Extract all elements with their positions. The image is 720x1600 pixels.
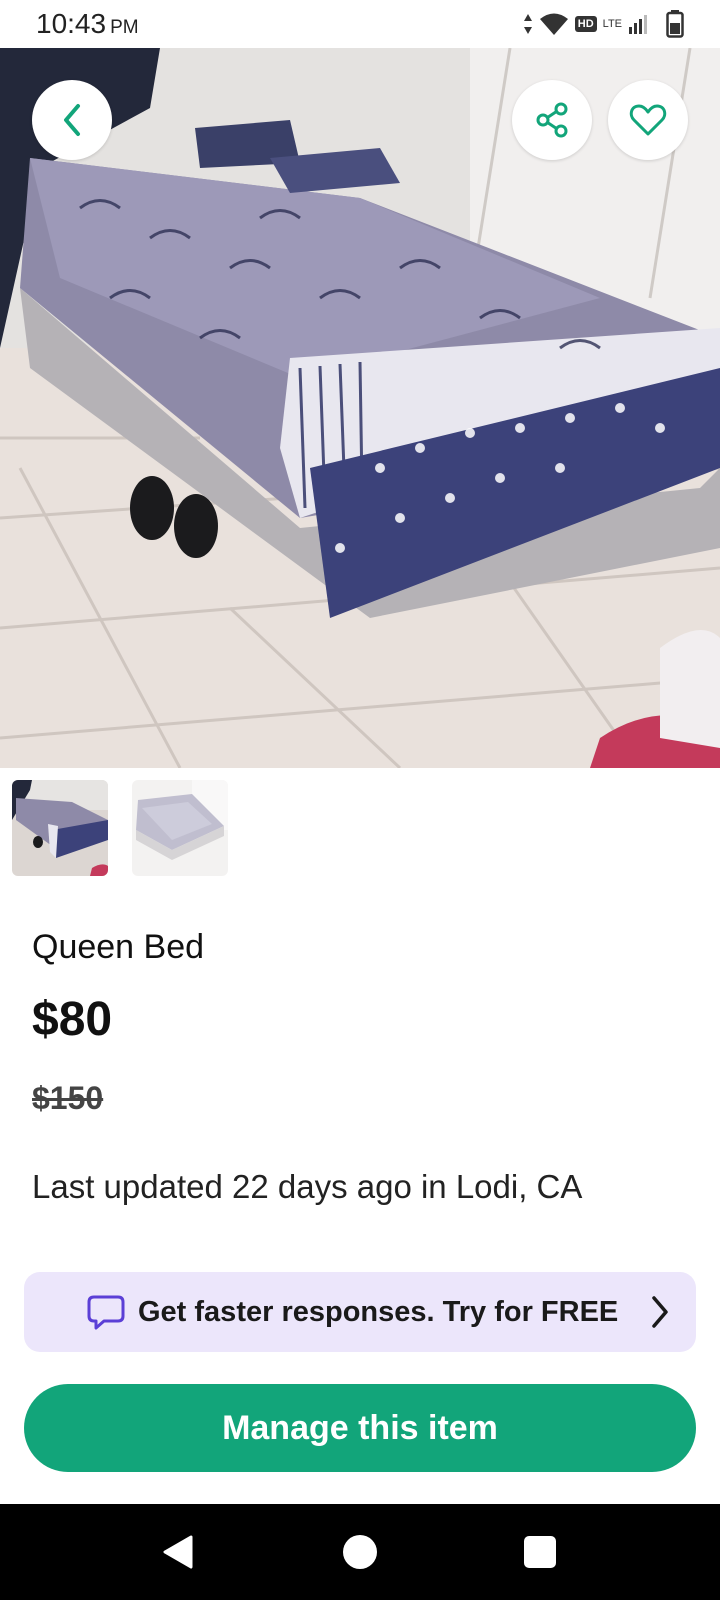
chat-bubble-icon (87, 1295, 125, 1330)
manage-item-label: Manage this item (222, 1408, 498, 1447)
listing-price: $80 (32, 993, 113, 1046)
bed-photo-illustration (0, 48, 720, 768)
nav-back-icon[interactable] (162, 1534, 194, 1570)
lte-label: LTE (602, 18, 622, 30)
thumbnail-strip (12, 780, 228, 876)
promo-banner[interactable]: Get faster responses. Try for FREE (24, 1272, 696, 1352)
original-price: $150 (32, 1080, 104, 1116)
bed-photo-thumb-icon (12, 780, 108, 876)
listing-title: Queen Bed (32, 928, 205, 966)
share-icon (536, 102, 568, 138)
status-clock: 10:43 (36, 8, 107, 39)
signal-icon (629, 15, 647, 34)
promo-text: Get faster responses. Try for FREE (138, 1295, 619, 1328)
listing-screen: 10:43 PM HD LTE Queen Bed $80 $150 Last … (0, 0, 720, 1600)
thumbnail-1[interactable] (12, 780, 108, 876)
back-button[interactable] (32, 80, 112, 160)
status-icons: HD LTE (523, 10, 684, 38)
favorite-button[interactable] (608, 80, 688, 160)
nav-recents-icon[interactable] (524, 1536, 556, 1568)
chevron-right-icon (652, 1296, 668, 1328)
last-updated-text: Last updated 22 days ago in Lodi, CA (32, 1168, 583, 1205)
status-bar: 10:43 PM HD LTE (0, 0, 720, 48)
data-arrows-icon (523, 14, 532, 34)
manage-item-button[interactable]: Manage this item (24, 1384, 696, 1472)
system-nav-bar (0, 1504, 720, 1600)
status-time: 10:43 PM (36, 8, 139, 40)
thumbnail-2[interactable] (132, 780, 228, 876)
heart-icon (629, 104, 667, 136)
hd-badge: HD (574, 16, 597, 32)
nav-home-icon[interactable] (343, 1535, 377, 1569)
status-ampm: PM (110, 17, 139, 38)
listing-photo[interactable] (0, 48, 720, 768)
bed-photo-thumb-icon (132, 780, 228, 876)
share-button[interactable] (512, 80, 592, 160)
battery-icon (666, 10, 684, 38)
wifi-icon (539, 13, 568, 35)
chevron-left-icon (64, 104, 80, 136)
